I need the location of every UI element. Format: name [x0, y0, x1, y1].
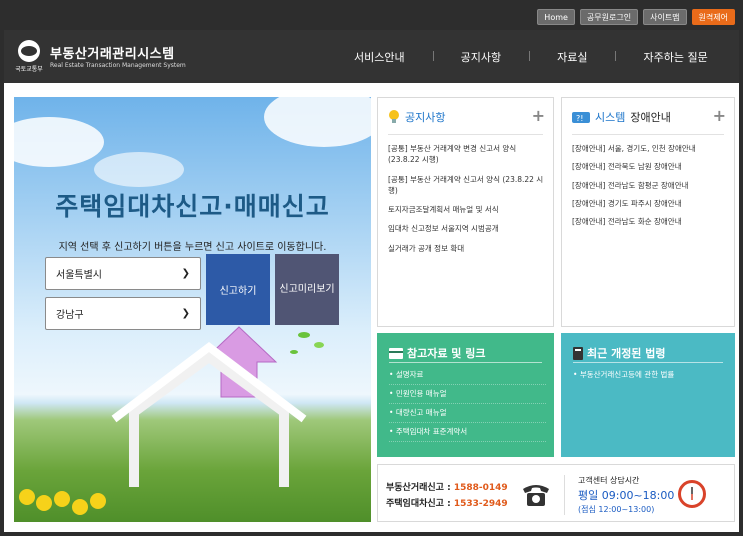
notice-item[interactable]: [공통] 부동산 거래계약 신고서 양식 (23.8.22 시행): [388, 174, 547, 197]
card-icon: [389, 347, 403, 359]
nav-faq[interactable]: 자주하는 질문: [615, 49, 735, 65]
site-subtitle: Real Estate Transaction Management Syste…: [50, 62, 186, 69]
flower-decoration: [72, 499, 88, 515]
book-icon: [573, 346, 583, 360]
city-select-value: 서울특별시: [56, 270, 102, 281]
official-login-button[interactable]: 공무원로그인: [579, 9, 639, 25]
fault-list: [장애안내] 서울, 경기도, 인천 장애안내 [장애안내] 전라북도 남원 장…: [572, 143, 728, 234]
divider: [572, 134, 724, 135]
reference-item[interactable]: 민원인용 매뉴얼: [389, 385, 546, 404]
notice-item[interactable]: 토지자금조달계획서 매뉴얼 및 서식: [388, 204, 547, 215]
hero-title: 주택임대차신고·매매신고: [55, 192, 330, 221]
laws-title-label: 최근 개정된 법령: [587, 347, 666, 360]
notice-item[interactable]: 실거래가 공개 정보 확대: [388, 243, 547, 254]
divider: [573, 362, 723, 363]
notice-title[interactable]: 공지사항: [388, 109, 445, 125]
fault-title[interactable]: ?! 시스템 장애안내: [572, 109, 671, 125]
flower-decoration: [19, 489, 35, 505]
divider: [389, 362, 542, 363]
customer-center-lunch: (점심 12:00~13:00): [578, 505, 655, 514]
reference-item[interactable]: 주택임대차 표준계약서: [389, 423, 546, 442]
house-illustration: [111, 326, 324, 487]
fault-item[interactable]: [장애안내] 전라남도 함평군 장애안내: [572, 180, 728, 191]
hero-banner: 주택임대차신고·매매신고 지역 선택 후 신고하기 버튼을 누르면 신고 사이트…: [14, 97, 371, 522]
report-preview-button[interactable]: 신고 미리보기: [275, 254, 339, 325]
svg-text:?!: ?!: [576, 114, 583, 123]
laws-title: 최근 개정된 법령: [573, 345, 666, 361]
preview-label-1: 신고: [279, 283, 298, 295]
contact-number-2: 1533-2949: [453, 499, 508, 509]
notice-item[interactable]: [공통] 부동산 거래계약 변경 신고서 양식 (23.8.22 시행): [388, 143, 547, 166]
contact-panel: 부동산거래신고 : 1588-0149 주택임대차신고 : 1533-2949 …: [377, 464, 735, 522]
reference-item[interactable]: 설명자료: [389, 366, 546, 385]
page-frame: Home 공무원로그인 사이트맵 원격제어 국토교통부 부동산거래관리시스템 R…: [4, 4, 739, 532]
notice-panel: 공지사항 + [공통] 부동산 거래계약 변경 신고서 양식 (23.8.22 …: [377, 97, 554, 327]
notice-list: [공통] 부동산 거래계약 변경 신고서 양식 (23.8.22 시행) [공통…: [388, 143, 547, 262]
fault-item[interactable]: [장애안내] 전라북도 남원 장애안내: [572, 161, 728, 172]
ministry-emblem-icon: [18, 40, 40, 62]
laws-list: 부동산거래신고등에 관한 법률: [573, 366, 727, 384]
customer-center-title: 고객센터 상담시간: [578, 476, 640, 485]
recent-laws-panel: 최근 개정된 법령 부동산거래신고등에 관한 법률: [561, 333, 735, 457]
contact-line-2: 주택임대차신고 : 1533-2949: [386, 496, 508, 509]
contact-label-2: 주택임대차신고 :: [386, 499, 454, 509]
site-title[interactable]: 부동산거래관리시스템: [50, 43, 175, 62]
logo-caption: 국토교통부: [15, 66, 43, 73]
reference-list: 설명자료 민원인용 매뉴얼 대량신고 매뉴얼 주택임대차 표준계약서: [389, 366, 546, 442]
notice-item[interactable]: 임대차 신고정보 서울지역 시범공개: [388, 223, 547, 234]
clock-hands: [691, 487, 693, 500]
contact-line-1: 부동산거래신고 : 1588-0149: [386, 480, 508, 493]
customer-center-hours: 평일 09:00~18:00: [578, 489, 675, 502]
chevron-down-icon: ❯: [181, 268, 190, 279]
home-button[interactable]: Home: [537, 9, 575, 25]
report-button[interactable]: 신고하기: [206, 254, 270, 325]
city-select[interactable]: 서울특별시 ❯: [45, 257, 201, 290]
main-nav: 서비스안내 공지사항 자료실 자주하는 질문: [326, 30, 736, 83]
contact-label-1: 부동산거래신고 :: [386, 483, 454, 493]
flower-decoration: [36, 495, 52, 511]
sitemap-button[interactable]: 사이트맵: [643, 9, 687, 25]
ministry-logo[interactable]: 국토교통부: [14, 40, 44, 74]
clock-icon: [678, 480, 706, 508]
nav-service-guide[interactable]: 서비스안내: [326, 49, 433, 65]
hero-description: 지역 선택 후 신고하기 버튼을 누르면 신고 사이트로 이동합니다.: [58, 242, 327, 253]
system-fault-panel: ?! 시스템 장애안내 + [장애안내] 서울, 경기도, 인천 장애안내 [장…: [561, 97, 735, 327]
flower-decoration: [54, 491, 70, 507]
fault-title-blue: 시스템: [595, 111, 626, 124]
fault-item[interactable]: [장애안내] 경기도 파주시 장애안내: [572, 198, 728, 209]
flower-decoration: [90, 493, 106, 509]
law-item[interactable]: 부동산거래신고등에 관한 법률: [573, 366, 727, 384]
fault-item[interactable]: [장애안내] 서울, 경기도, 인천 장애안내: [572, 143, 728, 154]
reference-item[interactable]: 대량신고 매뉴얼: [389, 404, 546, 423]
cloud-decoration: [264, 97, 371, 147]
preview-label-2: 미리보기: [297, 283, 335, 295]
site-header: 국토교통부 부동산거래관리시스템 Real Estate Transaction…: [4, 30, 739, 83]
nav-archive[interactable]: 자료실: [529, 49, 615, 65]
utility-bar: Home 공무원로그인 사이트맵 원격제어: [4, 4, 739, 30]
cloud-decoration: [14, 117, 104, 167]
notice-more-icon[interactable]: +: [532, 106, 545, 125]
info-board-icon: ?!: [572, 112, 590, 123]
remote-control-button[interactable]: 원격제어: [691, 9, 735, 25]
divider: [564, 475, 565, 515]
reference-title: 참고자료 및 링크: [389, 345, 486, 361]
fault-item[interactable]: [장애안내] 전라남도 화순 장애안내: [572, 216, 728, 227]
fault-more-icon[interactable]: +: [713, 106, 726, 125]
nav-notice[interactable]: 공지사항: [432, 49, 529, 65]
lightbulb-icon: [389, 110, 399, 123]
reference-title-label: 참고자료 및 링크: [407, 347, 486, 360]
notice-title-label: 공지사항: [405, 111, 446, 124]
telephone-icon: [523, 485, 549, 506]
reference-panel: 참고자료 및 링크 설명자료 민원인용 매뉴얼 대량신고 매뉴얼 주택임대차 표…: [377, 333, 554, 457]
cloud-decoration: [94, 152, 184, 187]
contact-number-1: 1588-0149: [453, 483, 508, 493]
fault-title-dark: 장애안내: [630, 111, 671, 124]
divider: [388, 134, 543, 135]
